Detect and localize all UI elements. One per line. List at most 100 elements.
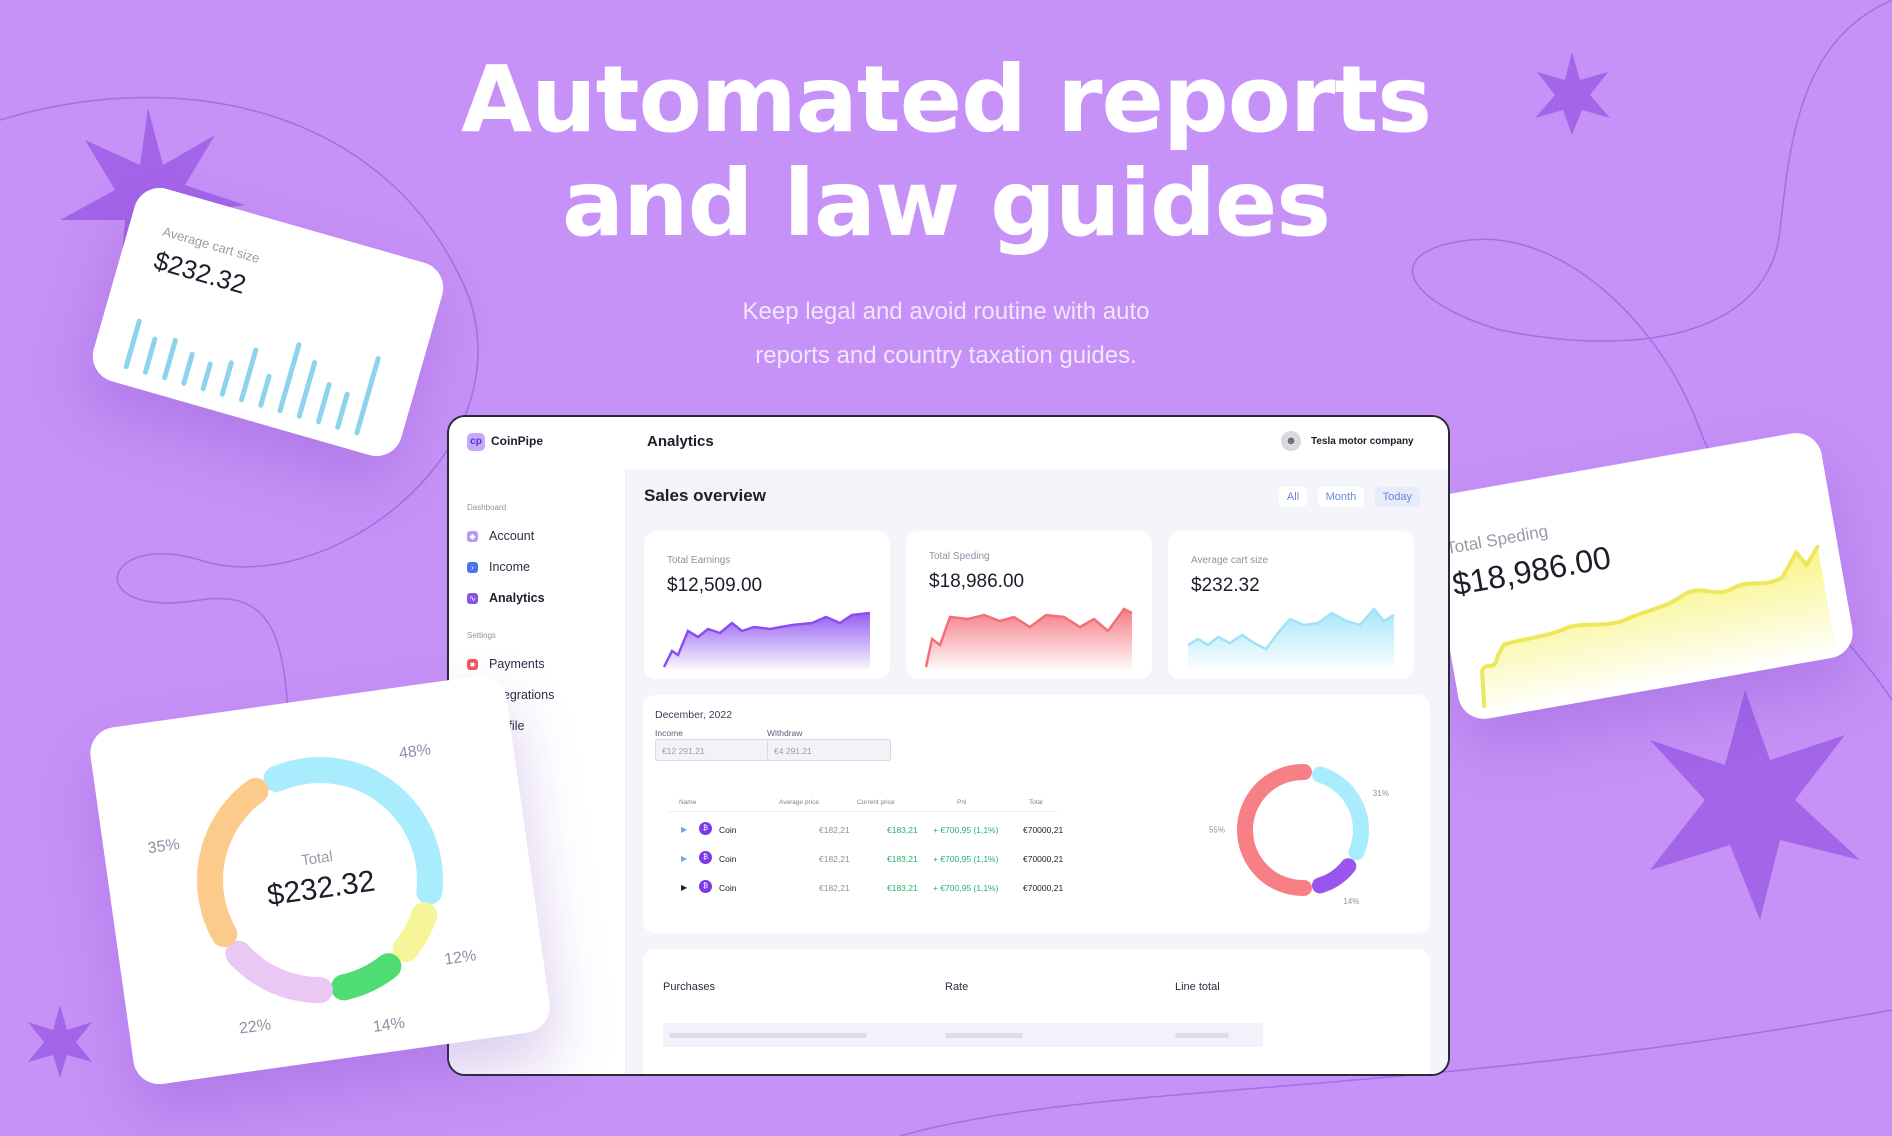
- row-name: Coin: [719, 825, 737, 835]
- float-donut-label-2: 14%: [372, 1015, 406, 1036]
- top-bar: cp CoinPipe Analytics ☻ Tesla motor comp…: [449, 417, 1448, 470]
- withdraw-label: Withdraw: [767, 728, 803, 738]
- row-current-price: €183,21: [887, 883, 918, 893]
- float-donut-segment-3: [225, 940, 333, 1003]
- sales-overview-title: Sales overview: [644, 486, 766, 505]
- col-header-pnl: Pnl: [957, 799, 967, 806]
- row-pnl: + €700,95 (1,1%): [933, 854, 999, 864]
- col-header-name: Name: [679, 799, 697, 806]
- col-header-average-price: Average price: [779, 799, 819, 806]
- sidebar-group-settings: Settings: [467, 631, 496, 640]
- stat-card-total-earnings[interactable]: Total Earnings $12,509.00: [644, 531, 890, 679]
- main-content: Sales overview All Month Today Total Ear…: [626, 469, 1448, 1074]
- income-label: Income: [655, 728, 683, 738]
- cart-bar-5: [219, 360, 234, 397]
- panel-donut-segment-1: [1311, 858, 1357, 894]
- placeholder-bar: [669, 1033, 867, 1038]
- purchases-table: Purchases Rate Line total: [643, 949, 1430, 1074]
- sidebar-item-label: Payments: [489, 657, 545, 671]
- table-row[interactable]: ▶ ₿ Coin €182,21 €183,21 + €700,95 (1,1%…: [667, 819, 1137, 845]
- company-avatar[interactable]: ☻: [1281, 431, 1301, 451]
- placeholder-bar: [945, 1033, 1023, 1038]
- company-name[interactable]: Tesla motor company: [1311, 436, 1414, 447]
- row-total: €70000,21: [1023, 883, 1064, 893]
- cart-sparkline: [1187, 607, 1395, 669]
- analytics-icon: ∿: [467, 593, 478, 604]
- cart-bar-8: [277, 342, 302, 414]
- cart-bar-3: [181, 351, 195, 386]
- stat-card-average-cart[interactable]: Average cart size $232.32: [1168, 531, 1414, 679]
- row-average-price: €182,21: [819, 825, 850, 835]
- table-divider: [667, 811, 1057, 812]
- cart-bar-9: [296, 360, 318, 419]
- row-total: €70000,21: [1023, 854, 1064, 864]
- row-average-price: €182,21: [819, 854, 850, 864]
- col-header-line-total: Line total: [1175, 981, 1220, 993]
- sidebar-group-dashboard: Dashboard: [467, 503, 507, 512]
- income-icon: ›: [467, 562, 478, 573]
- play-icon[interactable]: ▶: [681, 883, 687, 892]
- coin-icon: ₿: [699, 851, 712, 864]
- filter-month-button[interactable]: Month: [1317, 487, 1365, 507]
- play-icon[interactable]: ▶: [681, 825, 687, 834]
- panel-donut-label-2: 55%: [1209, 826, 1225, 835]
- table-row[interactable]: ▶ ₿ Coin €182,21 €183,21 + €700,95 (1,1%…: [667, 877, 1137, 903]
- cart-bar-6: [239, 347, 259, 403]
- stat-value: $12,509.00: [667, 575, 763, 596]
- income-field[interactable]: €12 291,21: [655, 739, 779, 761]
- filter-today-button[interactable]: Today: [1374, 487, 1420, 507]
- cart-bar-4: [200, 361, 213, 392]
- row-average-price: €182,21: [819, 883, 850, 893]
- stat-title: Average cart size: [1191, 555, 1269, 566]
- payments-icon: ■: [467, 659, 478, 670]
- sidebar-item-label: Account: [489, 529, 535, 543]
- sidebar-item-label: Analytics: [489, 591, 545, 605]
- coin-icon: ₿: [699, 880, 712, 893]
- float-donut-label-4: 35%: [147, 836, 181, 857]
- placeholder-bar: [1175, 1033, 1229, 1038]
- hero-title-line-1: Automated reports: [460, 46, 1432, 153]
- panel-donut-label-1: 14%: [1343, 897, 1359, 906]
- stat-value: $18,986.00: [929, 571, 1025, 592]
- panel-donut-label-0: 31%: [1373, 789, 1389, 798]
- stat-card-total-spending[interactable]: Total Speding $18,986.00: [906, 531, 1152, 679]
- row-pnl: + €700,95 (1,1%): [933, 825, 999, 835]
- cart-bar-12: [354, 355, 381, 436]
- cart-bar-11: [335, 391, 350, 430]
- analytics-app-window: cp CoinPipe Analytics ☻ Tesla motor comp…: [447, 415, 1450, 1076]
- sidebar-item-analytics[interactable]: ∿ Analytics: [467, 589, 617, 609]
- coin-icon: ₿: [699, 822, 712, 835]
- cart-bar-0: [123, 318, 142, 370]
- sidebar-item-income[interactable]: › Income: [467, 558, 617, 578]
- coinpipe-logo-icon[interactable]: cp: [467, 433, 485, 451]
- row-name: Coin: [719, 883, 737, 893]
- col-header-total: Total: [1029, 799, 1043, 806]
- col-header-purchases: Purchases: [663, 981, 715, 993]
- page-title: Analytics: [647, 433, 714, 450]
- sidebar-item-payments[interactable]: ■ Payments: [467, 655, 617, 675]
- panel-donut-segment-0: [1311, 766, 1369, 861]
- row-name: Coin: [719, 854, 737, 864]
- row-current-price: €183,21: [887, 854, 918, 864]
- panel-date: December, 2022: [655, 709, 733, 721]
- withdraw-field[interactable]: €4 291,21: [767, 739, 891, 761]
- table-row[interactable]: ▶ ₿ Coin €182,21 €183,21 + €700,95 (1,1%…: [667, 848, 1137, 874]
- row-total: €70000,21: [1023, 825, 1064, 835]
- spending-sparkline: [924, 607, 1133, 669]
- stat-title: Total Speding: [929, 551, 990, 562]
- float-donut-label-1: 12%: [443, 947, 477, 968]
- brand-name[interactable]: CoinPipe: [491, 434, 543, 448]
- portfolio-panel: December, 2022 Income €12 291,21 Withdra…: [643, 695, 1430, 933]
- stat-value: $232.32: [1191, 575, 1260, 596]
- sidebar-item-account[interactable]: ◆ Account: [467, 527, 617, 547]
- stat-title: Total Earnings: [667, 555, 731, 566]
- cart-bar-7: [258, 373, 272, 408]
- col-header-current-price: Current price: [857, 799, 895, 806]
- float-donut-label-3: 22%: [238, 1016, 272, 1037]
- panel-donut-segment-2: [1237, 764, 1312, 896]
- play-icon[interactable]: ▶: [681, 854, 687, 863]
- filter-all-button[interactable]: All: [1278, 487, 1308, 507]
- total-donut-card: 48% 12% 14% 22% 35% Total $232.32: [86, 672, 554, 1088]
- float-donut-segment-2: [330, 953, 402, 1001]
- table-row[interactable]: [663, 1023, 1263, 1047]
